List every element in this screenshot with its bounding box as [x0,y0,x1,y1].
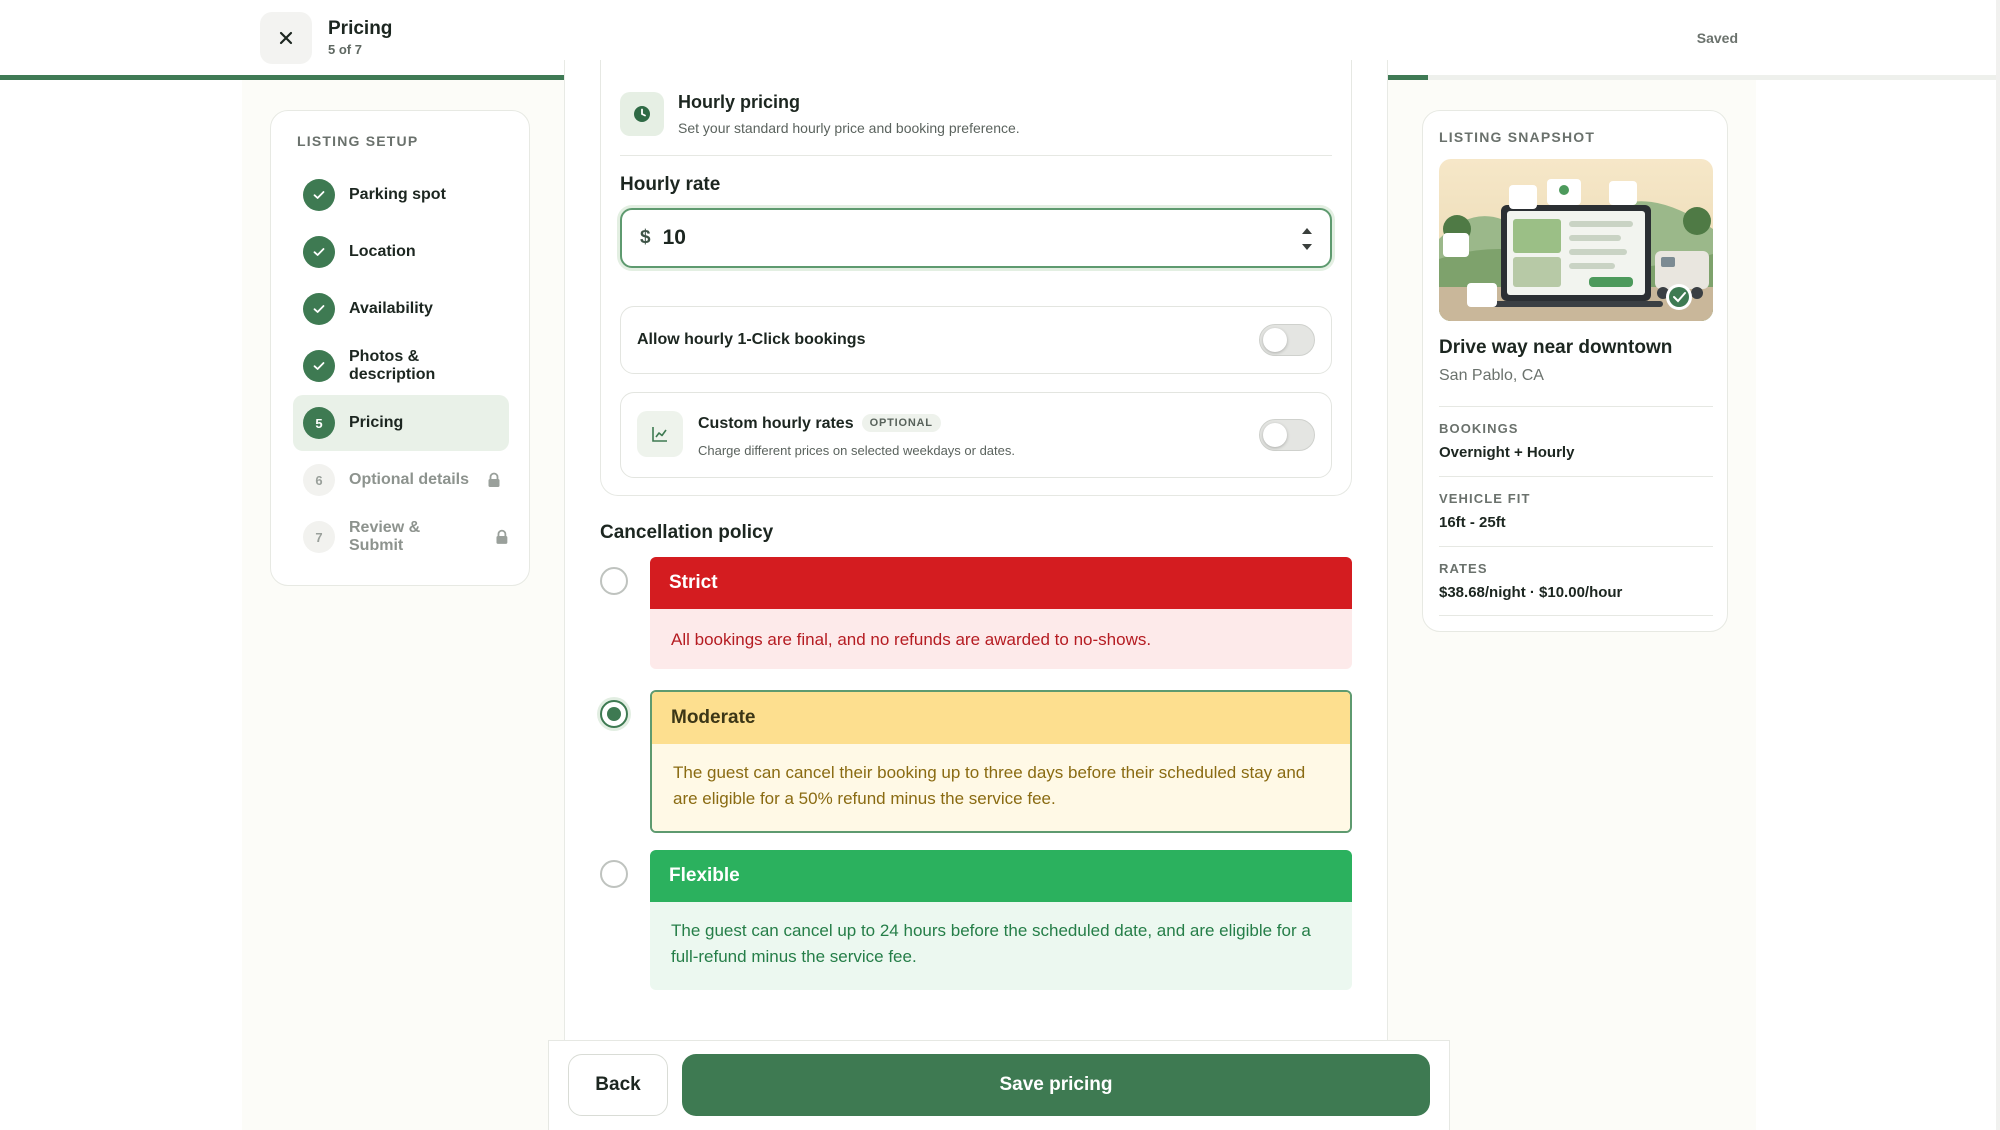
policy-description: The guest can cancel their booking up to… [652,744,1350,831]
custom-rates-subtitle: Charge different prices on selected week… [698,443,1015,458]
policy-name: Moderate [652,692,1350,744]
snapshot-heading: LISTING SNAPSHOT [1439,129,1596,145]
sidebar-item-label: Review & Submit [349,519,421,554]
sidebar-heading: LISTING SETUP [297,133,419,149]
policy-name: Strict [650,557,1352,609]
scrollbar[interactable] [1996,0,2000,1130]
section-title: Hourly pricing [678,92,801,112]
cancellation-policy-heading: Cancellation policy [600,522,774,543]
sidebar-item-location[interactable]: Location [293,224,509,280]
hourly-rate-input[interactable] [662,226,1263,250]
step-counter: 5 of 7 [328,42,362,57]
check-icon [303,179,335,211]
rate-stepper[interactable] [1300,228,1314,250]
page-title: Pricing [328,18,393,39]
sidebar-item-photos-description[interactable]: Photos & description [293,338,509,394]
policy-name: Flexible [650,850,1352,902]
step-number: 7 [303,521,335,553]
check-icon [303,350,335,382]
close-button[interactable] [260,12,312,64]
step-number: 6 [303,464,335,496]
listing-location: San Pablo, CA [1439,367,1544,384]
sidebar-item-availability[interactable]: Availability [293,281,509,337]
sidebar-item-parking-spot[interactable]: Parking spot [293,167,509,223]
sidebar-item-label: Location [349,243,416,260]
check-icon [303,236,335,268]
section-subtitle: Set your standard hourly price and booki… [678,120,1020,136]
bookings-value: Overnight + Hourly [1439,444,1575,461]
moderate-policy-card[interactable]: Moderate The guest can cancel their book… [650,690,1352,833]
save-pricing-button[interactable]: Save pricing [682,1054,1430,1116]
custom-rates-label: Custom hourly rates OPTIONAL [698,414,941,433]
strict-radio[interactable] [600,567,628,595]
listing-title: Drive way near downtown [1439,337,1673,358]
flexible-radio[interactable] [600,860,628,888]
close-icon [279,31,293,45]
divider [1439,546,1713,547]
bookings-label: BOOKINGS [1439,421,1519,436]
sidebar-item-label: Optional details [349,471,470,488]
sidebar-item-pricing[interactable]: 5 Pricing [293,395,509,451]
divider [1439,406,1713,407]
chart-line-icon [637,411,683,457]
sidebar-item-label: Pricing [349,414,404,431]
rates-value: $38.68/night · $10.00/hour [1439,584,1623,601]
sidebar-item-review-submit: 7 Review & Submit [293,509,509,565]
check-icon [303,293,335,325]
sidebar-item-optional-details: 6 Optional details [293,452,509,508]
back-button[interactable]: Back [568,1054,668,1116]
listing-illustration [1439,159,1713,321]
sidebar-item-label: Availability [349,300,433,317]
policy-description: The guest can cancel up to 24 hours befo… [650,902,1352,990]
policy-description: All bookings are final, and no refunds a… [650,609,1352,669]
moderate-radio[interactable] [600,700,628,728]
listing-snapshot: LISTING SNAPSHOT Drive way near downtown… [1422,110,1728,632]
flexible-policy-card[interactable]: Flexible The guest can cancel up to 24 h… [650,850,1352,990]
sidebar-item-label: Photos & description [349,348,436,383]
divider [1439,476,1713,477]
hourly-rate-label: Hourly rate [620,174,721,195]
optional-badge: OPTIONAL [861,414,941,432]
listing-setup-sidebar: LISTING SETUP Parking spot Location Avai… [270,110,530,586]
strict-policy-card[interactable]: Strict All bookings are final, and no re… [650,557,1352,669]
save-status: Saved [1696,30,1738,46]
currency-symbol: $ [640,227,651,248]
custom-rates-toggle[interactable] [1259,419,1315,451]
stepper-down-icon[interactable] [1302,244,1312,250]
vehicle-fit-value: 16ft - 25ft [1439,514,1506,531]
one-click-booking-row: Allow hourly 1-Click bookings [620,306,1332,374]
lock-icon [496,529,508,544]
custom-rates-title: Custom hourly rates [698,415,854,432]
toggle-knob [1263,423,1287,447]
rates-label: RATES [1439,561,1488,576]
one-click-label: Allow hourly 1-Click bookings [637,331,866,348]
stepper-up-icon[interactable] [1302,228,1312,234]
hourly-rate-field[interactable]: $ [620,208,1332,268]
sidebar-item-label: Parking spot [349,186,446,203]
vehicle-fit-label: VEHICLE FIT [1439,491,1531,506]
one-click-toggle[interactable] [1259,324,1315,356]
clock-icon [620,92,664,136]
divider [1439,615,1713,616]
toggle-knob [1263,328,1287,352]
divider [620,155,1332,156]
custom-hourly-rates-row: Custom hourly rates OPTIONAL Charge diffe… [620,392,1332,478]
lock-icon [488,472,500,487]
step-number: 5 [303,407,335,439]
